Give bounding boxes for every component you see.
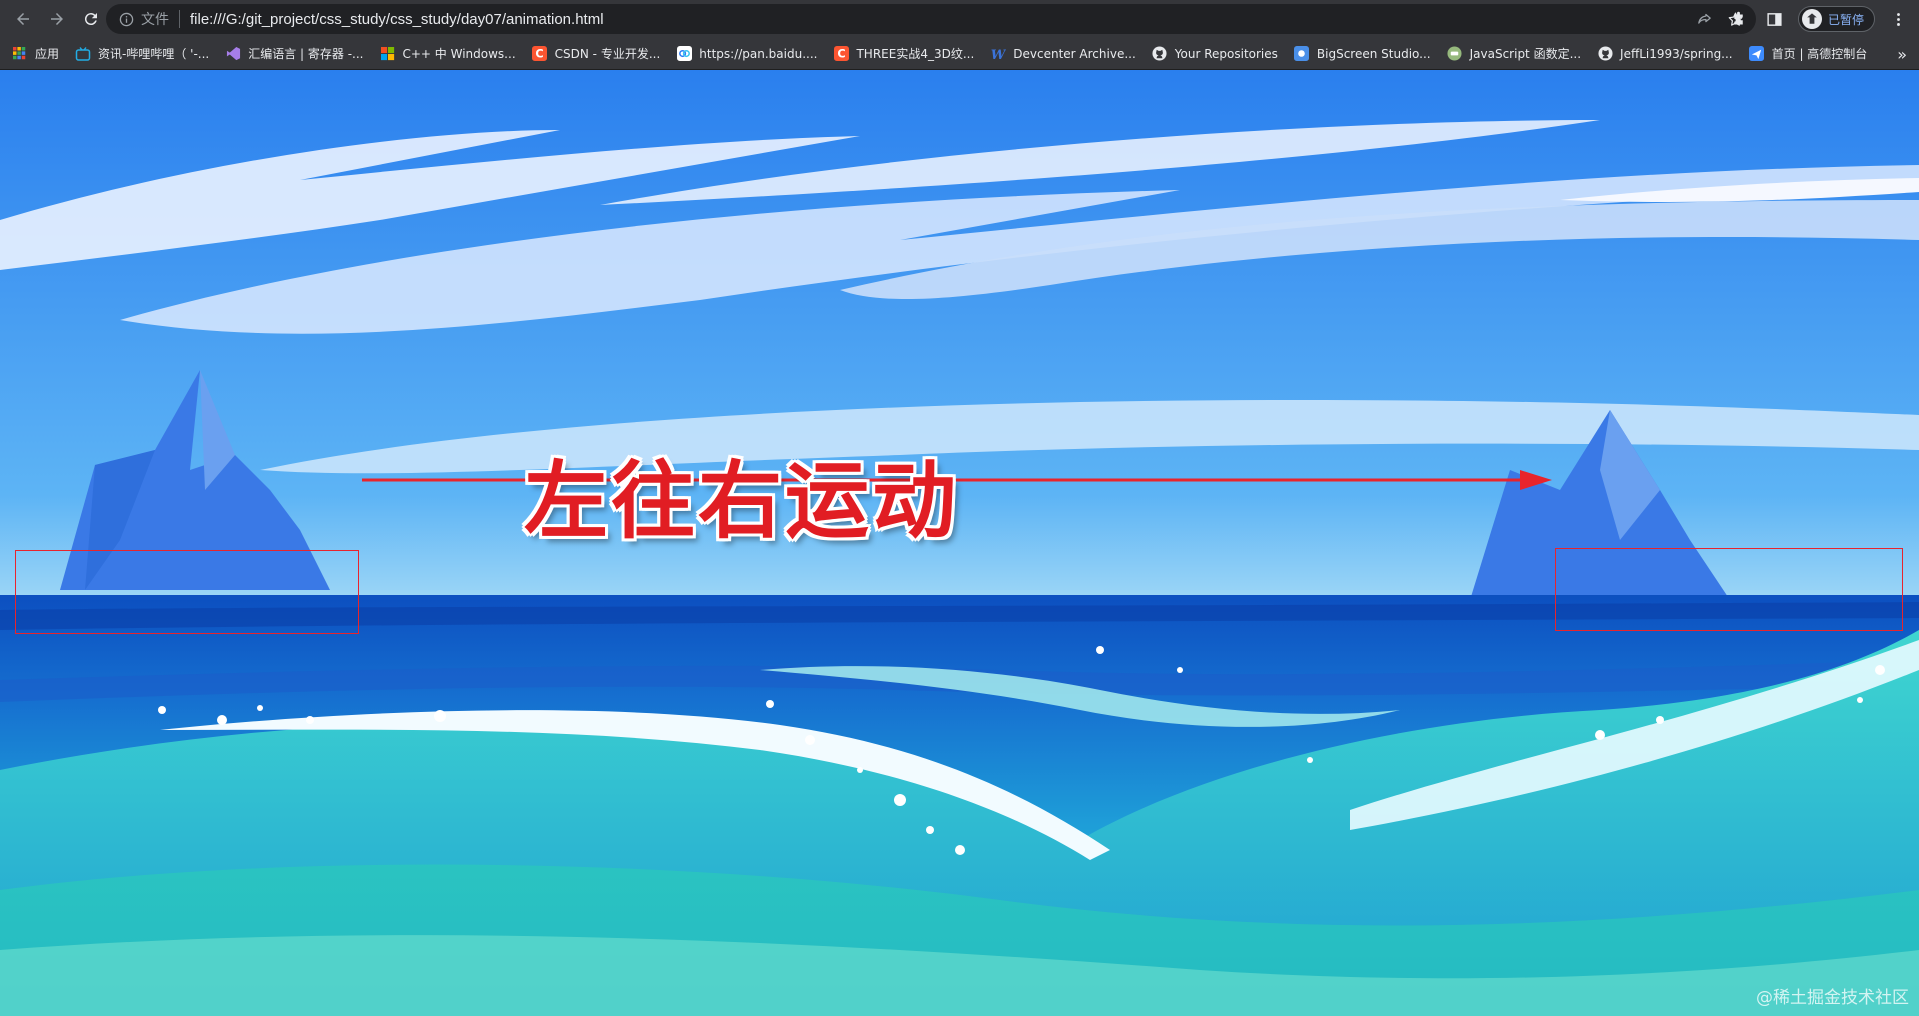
start-position-box (15, 550, 359, 634)
bookmark-item[interactable]: W Devcenter Archive... (990, 41, 1136, 67)
github-icon (1597, 46, 1613, 62)
microsoft-icon (380, 46, 396, 62)
svg-text:W: W (991, 48, 1006, 62)
bookmark-label: 汇编语言 | 寄存器 -... (248, 47, 364, 61)
url-scheme-label: 文件 (141, 12, 169, 28)
extensions-button[interactable] (1726, 6, 1752, 32)
bookmark-label: JavaScript 函数定... (1469, 47, 1582, 61)
bookmark-item[interactable]: 首页 | 高德控制台 (1749, 41, 1868, 67)
bookmark-label: Devcenter Archive... (1013, 46, 1136, 61)
bookmark-item[interactable]: 汇编语言 | 寄存器 -... (225, 41, 364, 67)
annotation-label: 左往右运动 (524, 452, 960, 550)
bookmark-item[interactable]: JavaScript 函数定... (1447, 41, 1581, 67)
side-panel-button[interactable] (1762, 6, 1788, 32)
bookmark-item[interactable]: JeffLi1993/spring... (1597, 41, 1733, 67)
page-viewport: 左往右运动 @稀土掘金技术社区 (0, 70, 1919, 1016)
bookmark-item[interactable]: BigScreen Studio... (1294, 41, 1431, 67)
forward-icon (51, 13, 63, 25)
bookmark-label: https://pan.baidu.... (699, 46, 818, 61)
bookmark-label: CSDN - 专业开发... (554, 47, 661, 61)
url-text[interactable]: file:///G:/git_project/css_study/css_stu… (190, 11, 604, 28)
menu-button[interactable] (1885, 6, 1911, 32)
bookmark-item[interactable]: Your Repositories (1152, 41, 1278, 67)
github-icon (1152, 46, 1168, 62)
avatar (1801, 9, 1822, 29)
ocean-background-image (0, 70, 1919, 1016)
svg-text:C: C (837, 48, 845, 61)
bookmark-item[interactable]: 资讯-哔哩哔哩（ '-... (75, 41, 209, 67)
menu-icon (1896, 12, 1900, 26)
bookmark-label: 资讯-哔哩哔哩（ '-... (98, 47, 210, 61)
bookmark-label: C++ 中 Windows... (402, 47, 516, 61)
runoob-icon (1447, 46, 1463, 62)
address-bar[interactable]: 文件 file:///G:/git_project/css_study/css_… (106, 4, 1756, 34)
visual-studio-icon (225, 46, 241, 62)
back-button[interactable] (8, 4, 38, 34)
bookmark-item[interactable]: https://pan.baidu.... (676, 41, 817, 67)
url-divider (179, 10, 180, 28)
bookmark-label: Your Repositories (1174, 46, 1278, 61)
profile-status-label: 已暂停 (1827, 12, 1864, 27)
bigscreen-icon (1294, 46, 1310, 62)
browser-toolbar: 文件 file:///G:/git_project/css_study/css_… (0, 0, 1919, 38)
apps-grid-icon (12, 46, 28, 62)
bookmark-item[interactable]: C CSDN - 专业开发... (532, 41, 661, 67)
profile-paused-button[interactable]: 已暂停 (1797, 6, 1875, 32)
end-position-box (1555, 548, 1903, 631)
back-icon (17, 13, 29, 25)
baidu-pan-icon (676, 46, 692, 62)
forward-button[interactable] (42, 4, 72, 34)
bookmark-label: JeffLi1993/spring... (1620, 46, 1733, 61)
w-icon: W (990, 46, 1006, 62)
bookmark-label: THREE实战4_3D纹... (856, 47, 975, 61)
reload-button[interactable] (76, 4, 106, 34)
bookmark-label: BigScreen Studio... (1316, 46, 1431, 61)
bookmark-label: 应用 (35, 47, 60, 61)
csdn-icon: C (532, 46, 548, 62)
side-panel-icon (1767, 12, 1783, 26)
csdn-icon: C (833, 46, 849, 62)
bookmarks-bar: 应用 资讯-哔哩哔哩（ '-... 汇编语言 | 寄存器 -... C++ 中 Win… (0, 38, 1919, 70)
amap-icon (1749, 46, 1765, 62)
bookmark-label: 首页 | 高德控制台 (1771, 47, 1868, 61)
bookmark-item[interactable]: C THREE实战4_3D纹... (833, 41, 974, 67)
reload-icon (84, 13, 97, 26)
bookmarks-overflow-button[interactable]: » (1897, 42, 1907, 66)
share-icon[interactable] (1696, 11, 1713, 28)
svg-text:C: C (536, 48, 544, 61)
bookmark-item[interactable]: 应用 (12, 41, 59, 67)
extensions-icon (1734, 11, 1744, 24)
bilibili-icon (75, 46, 91, 62)
watermark: @稀土掘金技术社区 (1756, 988, 1909, 1008)
info-icon[interactable] (118, 11, 134, 27)
bookmark-item[interactable]: C++ 中 Windows... (380, 41, 516, 67)
